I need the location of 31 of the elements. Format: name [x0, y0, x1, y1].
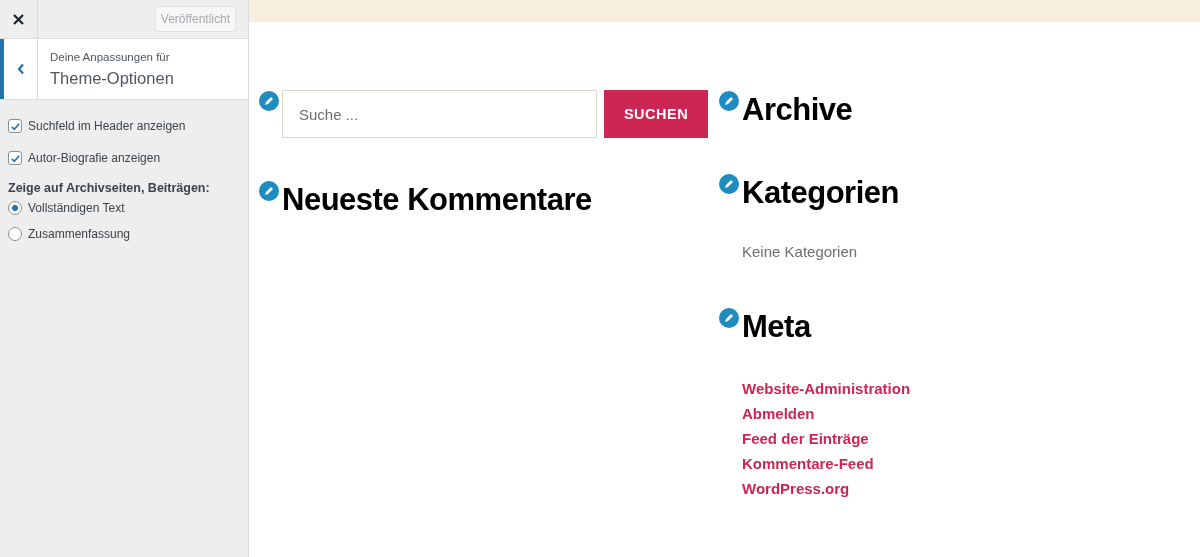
chevron-left-icon [16, 63, 25, 75]
edit-pencil-icon[interactable] [717, 172, 741, 196]
radio-label: Zusammenfassung [28, 227, 131, 241]
checkbox-label: Suchfeld im Header anzeigen [28, 119, 186, 133]
widget-title: Kategorien [742, 174, 899, 212]
widget-title: Neueste Kommentare [282, 181, 592, 219]
edit-pencil-icon[interactable] [717, 89, 741, 113]
option-heading: Zeige auf Archivseiten, Beiträgen: [8, 181, 211, 195]
radio-button[interactable] [8, 227, 22, 241]
checkbox-label: Autor-Biografie anzeigen [28, 151, 161, 165]
widget-title: Meta [742, 308, 811, 346]
widget-link[interactable]: Feed der Einträge [742, 426, 869, 451]
search-field[interactable]: Suche ... [282, 90, 597, 138]
widget-link[interactable]: Abmelden [742, 401, 815, 426]
edit-pencil-icon[interactable] [257, 179, 281, 203]
search-button[interactable]: SUCHEN [604, 90, 708, 138]
widget-link[interactable]: WordPress.org [742, 476, 850, 501]
back-button[interactable] [0, 39, 38, 99]
edit-pencil-icon[interactable] [257, 89, 281, 113]
widget-link[interactable]: Kommentare-Feed [742, 451, 874, 476]
radio-label: Vollständigen Text [28, 201, 125, 215]
widget-text: Keine Kategorien [742, 242, 859, 262]
edit-pencil-icon[interactable] [717, 306, 741, 330]
widget-title: Archive [742, 91, 853, 129]
radio-button[interactable] [8, 201, 22, 215]
section-title: Theme-Optionen [50, 69, 174, 88]
widget-link[interactable]: Website-Administration [742, 376, 911, 401]
close-icon[interactable] [13, 13, 24, 25]
checkbox[interactable] [8, 119, 22, 133]
checkbox[interactable] [8, 151, 22, 165]
section-subtitle: Deine Anpassungen für [50, 51, 171, 63]
